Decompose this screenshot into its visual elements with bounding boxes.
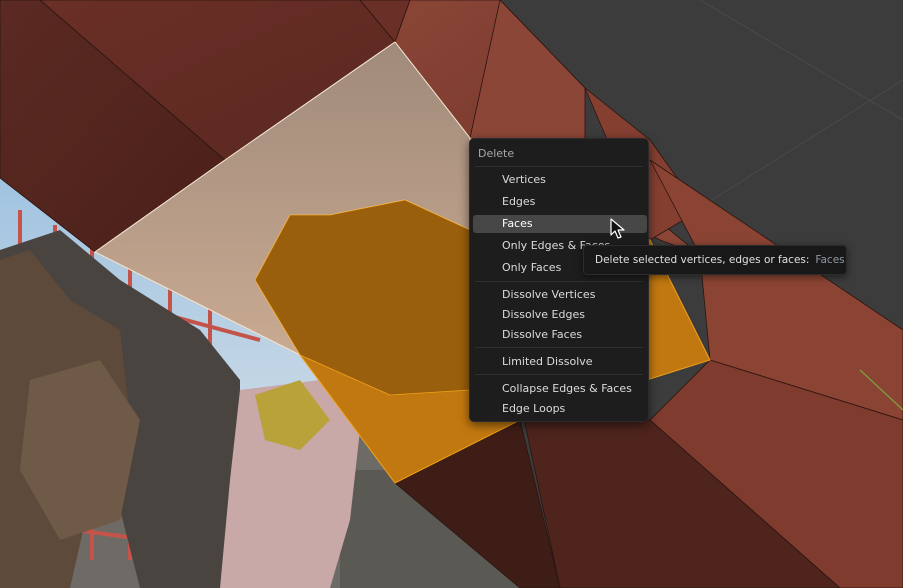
menu-separator bbox=[475, 347, 643, 348]
menu-item-dissolve-vertices[interactable]: Dissolve Vertices bbox=[473, 286, 647, 304]
menu-title: Delete bbox=[478, 147, 515, 160]
menu-item-vertices[interactable]: Vertices bbox=[473, 171, 647, 189]
menu-item-edge-loops[interactable]: Edge Loops bbox=[473, 400, 647, 418]
arrow-cursor-icon bbox=[610, 218, 625, 239]
menu-separator bbox=[475, 166, 643, 167]
menu-item-label: Dissolve Faces bbox=[502, 328, 583, 341]
mesh-scene[interactable] bbox=[0, 0, 903, 588]
menu-item-collapse-edges-faces[interactable]: Collapse Edges & Faces bbox=[473, 380, 647, 398]
menu-item-label: Limited Dissolve bbox=[502, 355, 593, 368]
menu-item-dissolve-faces[interactable]: Dissolve Faces bbox=[473, 326, 647, 344]
delete-menu[interactable]: Delete Vertices Edges Faces Only Edges &… bbox=[469, 138, 649, 422]
menu-item-label: Collapse Edges & Faces bbox=[502, 382, 632, 395]
tooltip-text: Delete selected vertices, edges or faces… bbox=[595, 254, 810, 266]
menu-item-label: Faces bbox=[502, 217, 533, 230]
3d-viewport[interactable] bbox=[0, 0, 903, 588]
menu-item-edges[interactable]: Edges bbox=[473, 193, 647, 211]
tooltip: Delete selected vertices, edges or faces… bbox=[583, 245, 847, 275]
menu-item-dissolve-edges[interactable]: Dissolve Edges bbox=[473, 306, 647, 324]
menu-separator bbox=[475, 281, 643, 282]
menu-item-limited-dissolve[interactable]: Limited Dissolve bbox=[473, 353, 647, 371]
menu-item-label: Dissolve Vertices bbox=[502, 288, 596, 301]
menu-item-label: Only Faces bbox=[502, 261, 562, 274]
menu-item-label: Dissolve Edges bbox=[502, 308, 585, 321]
menu-separator bbox=[475, 374, 643, 375]
menu-item-label: Edge Loops bbox=[502, 402, 566, 415]
menu-item-label: Vertices bbox=[502, 173, 546, 186]
tooltip-value: Faces bbox=[815, 254, 845, 266]
menu-item-label: Edges bbox=[502, 195, 536, 208]
